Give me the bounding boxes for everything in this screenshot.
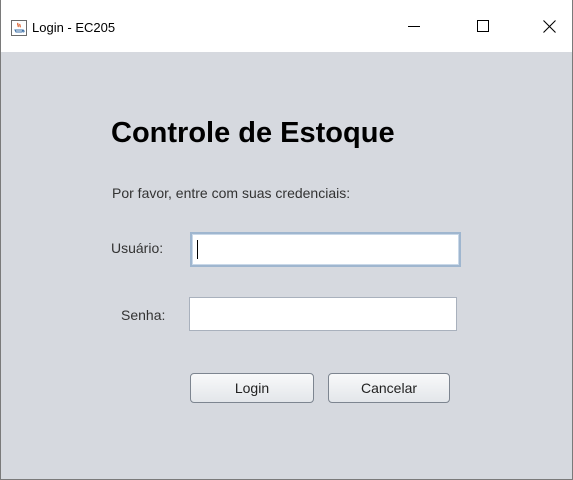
window-title: Login - EC205 <box>32 20 116 35</box>
minimize-button[interactable] <box>391 0 437 52</box>
close-icon <box>542 19 556 33</box>
minimize-icon <box>408 26 420 27</box>
maximize-button[interactable] <box>460 0 506 52</box>
page-title: Controle de Estoque <box>111 117 395 149</box>
cancel-button[interactable]: Cancelar <box>328 373 450 403</box>
login-panel: Controle de Estoque Por favor, entre com… <box>1 52 572 479</box>
title-bar[interactable]: Login - EC205 <box>1 0 572 52</box>
username-field[interactable] <box>190 232 461 267</box>
password-field[interactable] <box>189 297 457 331</box>
text-caret <box>197 240 198 259</box>
login-window: Login - EC205 Controle de Estoque Por fa… <box>0 0 573 480</box>
password-label: Senha: <box>121 307 166 323</box>
java-cup-icon[interactable] <box>11 20 27 36</box>
username-label: Usuário: <box>111 240 164 256</box>
login-button[interactable]: Login <box>190 373 314 403</box>
maximize-icon <box>477 20 489 32</box>
close-button[interactable] <box>526 0 572 52</box>
credentials-prompt: Por favor, entre com suas credenciais: <box>112 185 351 201</box>
